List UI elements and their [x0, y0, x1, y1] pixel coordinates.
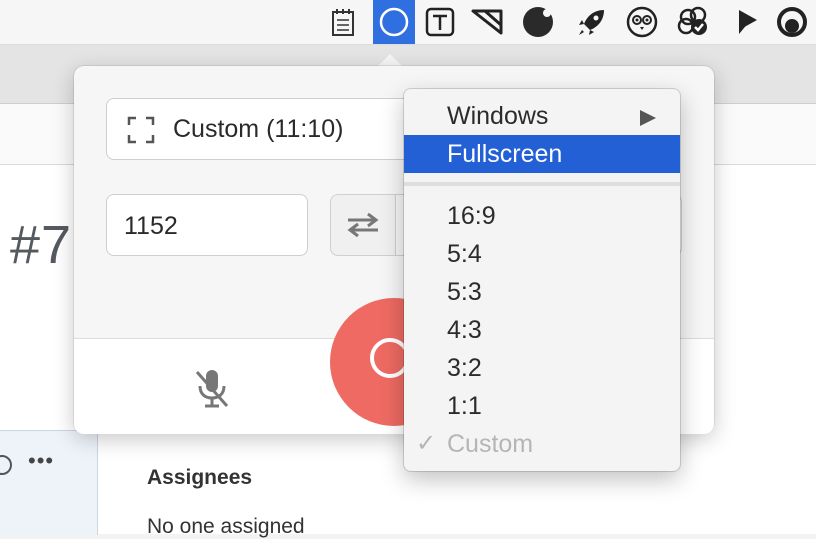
menu-item-ratio[interactable]: 4:3	[404, 311, 680, 349]
size-preset-label: Custom (11:10)	[173, 115, 344, 143]
menu-item-custom-label: Custom	[447, 430, 534, 458]
fullscreen-frame-icon	[127, 116, 155, 144]
menu-item-ratio-label: 5:4	[447, 240, 482, 268]
notepad-icon[interactable]	[325, 4, 361, 40]
circle-status-icon[interactable]	[774, 4, 810, 40]
menu-bar	[0, 0, 816, 45]
menu-item-windows[interactable]: Windows	[404, 97, 680, 135]
size-preset-select[interactable]: Custom (11:10)	[106, 98, 426, 160]
menu-item-ratio[interactable]: 5:4	[404, 235, 680, 273]
owl-icon[interactable]	[624, 4, 660, 40]
menu-item-ratio[interactable]: 16:9	[404, 197, 680, 235]
cut-shape-icon[interactable]	[470, 4, 506, 40]
menu-item-fullscreen[interactable]: Fullscreen	[404, 135, 680, 173]
menu-item-ratio-label: 3:2	[447, 354, 482, 382]
menu-separator	[404, 182, 680, 186]
swap-dimensions-button[interactable]	[330, 194, 396, 256]
microphone-muted-icon	[195, 370, 229, 408]
menu-item-windows-label: Windows	[447, 102, 549, 130]
menu-item-ratio-label: 1:1	[447, 392, 482, 420]
menu-item-ratio-label: 4:3	[447, 316, 482, 344]
menu-item-ratio-label: 16:9	[447, 202, 496, 230]
swap-arrows-icon	[347, 212, 379, 238]
black-circle-icon[interactable]	[520, 4, 556, 40]
menu-item-ratio[interactable]: 5:3	[404, 273, 680, 311]
size-preset-menu: Windows Fullscreen 16:9 5:4 5:3 4:3 3:2 …	[404, 89, 680, 471]
more-options-button[interactable]: •••	[28, 448, 54, 474]
submenu-arrow-icon	[640, 110, 656, 126]
menu-item-ratio-label: 5:3	[447, 278, 482, 306]
text-frame-icon[interactable]	[422, 4, 458, 40]
assignees-value: No one assigned	[147, 515, 305, 538]
menu-item-ratio[interactable]: 1:1	[404, 387, 680, 425]
issue-title: #7	[10, 215, 73, 275]
menu-item-ratio[interactable]: 3:2	[404, 349, 680, 387]
rocket-icon[interactable]	[574, 4, 610, 40]
width-input[interactable]: 1152	[106, 194, 308, 256]
menu-item-custom[interactable]: ✓ Custom	[404, 425, 680, 463]
flower-check-icon[interactable]	[676, 4, 712, 40]
menu-item-fullscreen-label: Fullscreen	[447, 140, 563, 168]
screen-recorder-icon[interactable]	[373, 0, 415, 44]
microphone-toggle-button[interactable]	[192, 364, 232, 412]
assignees-heading: Assignees	[147, 466, 253, 489]
checkmark-icon: ✓	[416, 430, 437, 457]
play-flag-icon[interactable]	[730, 4, 766, 40]
sidebar-panel	[0, 430, 98, 535]
